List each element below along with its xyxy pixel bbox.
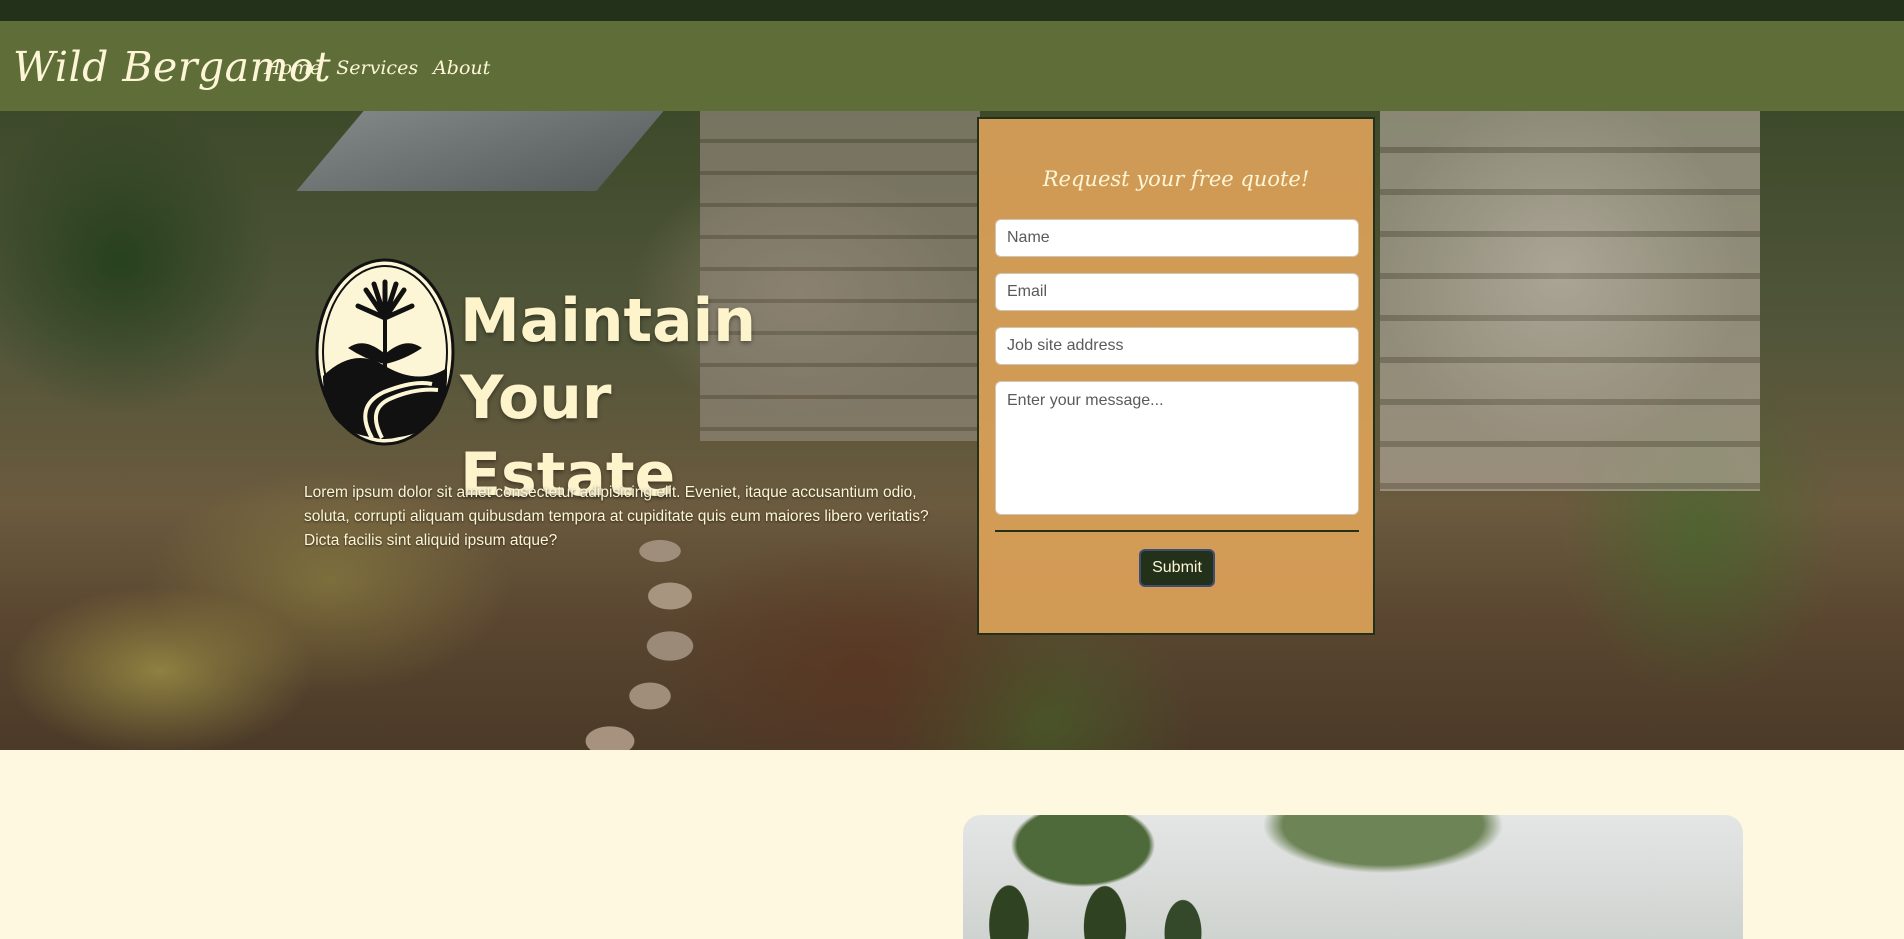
- nav-home-link[interactable]: Home: [264, 57, 321, 79]
- navbar: Wild Bergamot Home Services About: [0, 21, 1904, 111]
- name-input[interactable]: [995, 219, 1359, 257]
- email-input[interactable]: [995, 273, 1359, 311]
- job-site-address-input[interactable]: [995, 327, 1359, 365]
- quote-form-title: Request your free quote!: [1042, 167, 1310, 191]
- submit-button[interactable]: Submit: [1139, 549, 1215, 587]
- hero-background-cabin-wall-right: [1380, 111, 1760, 491]
- hero-title: Maintain Your Estate: [460, 283, 840, 514]
- quote-form: Request your free quote! Submit: [977, 117, 1375, 635]
- hero-section: [0, 111, 1904, 750]
- hero-title-line1: Maintain: [460, 286, 756, 356]
- message-textarea[interactable]: [995, 381, 1359, 515]
- hero-background-stones: [520, 531, 720, 750]
- form-divider: [995, 530, 1359, 532]
- main-nav: Home Services About: [264, 57, 490, 79]
- hero-description: Lorem ipsum dolor sit amet consectetur a…: [304, 484, 929, 549]
- nav-about-link[interactable]: About: [433, 57, 490, 79]
- garden-photo: [963, 815, 1743, 939]
- bergamot-emblem-icon: [315, 258, 455, 446]
- top-strip: [0, 0, 1904, 21]
- nav-services-link[interactable]: Services: [336, 57, 418, 79]
- hero-background-roof: [296, 111, 664, 191]
